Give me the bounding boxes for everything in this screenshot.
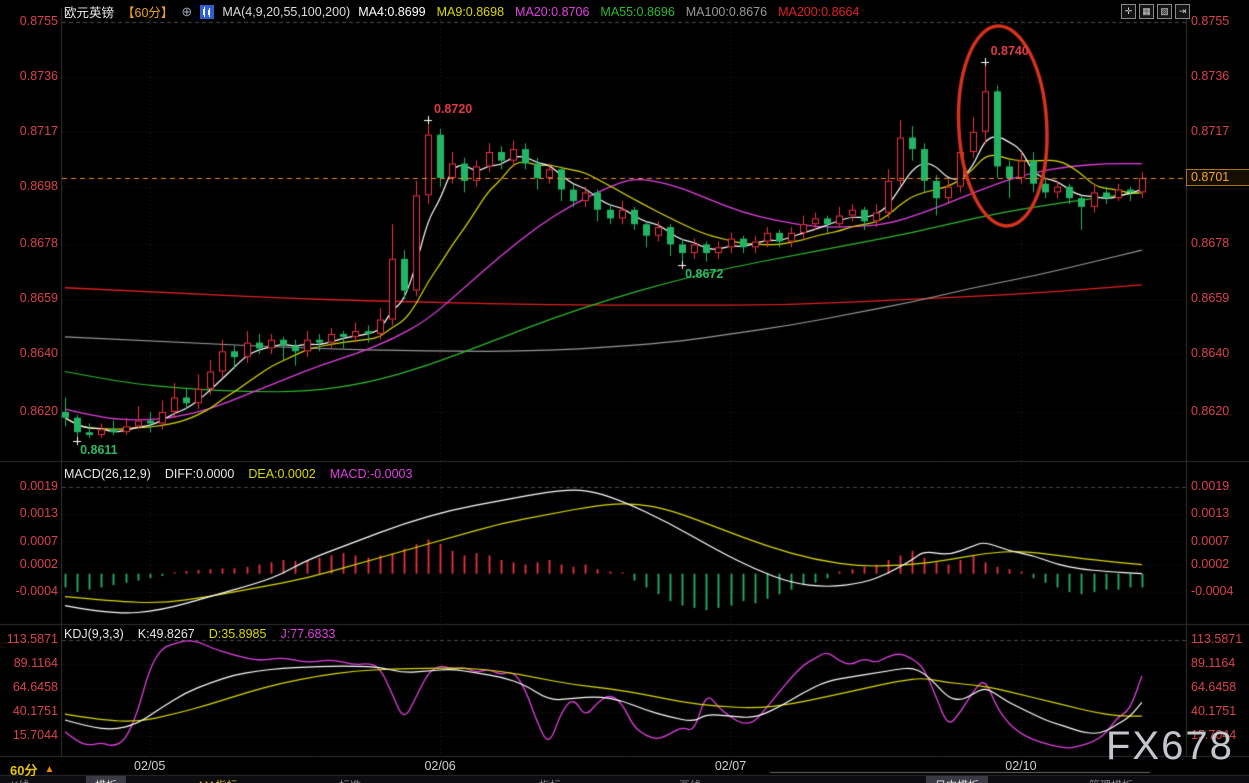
bottom-tab[interactable]: MA指标 [190, 776, 247, 783]
bottom-tab[interactable]: K线 [2, 776, 38, 783]
link-icon[interactable]: ⊕ [181, 5, 192, 18]
collapse-panel-icon[interactable]: ⇥ [1175, 4, 1190, 19]
bottom-tab[interactable]: 管理横板 [1080, 776, 1142, 783]
indicator-panel-icon[interactable]: ▦ [1139, 4, 1154, 19]
chart-canvas[interactable] [0, 0, 1249, 783]
bottom-tab[interactable]: 日内横板 [926, 776, 988, 783]
bottom-tab[interactable]: 横板 [86, 776, 126, 783]
pan-icon[interactable]: ✛ [1121, 4, 1136, 19]
bottom-tab[interactable]: 指标 [530, 776, 570, 783]
trading-chart-app: 欧元英镑 【60分】 ⊕ MA(4,9,20,55,100,200) MA4:0… [0, 0, 1249, 783]
bottom-tab[interactable]: 标准 [330, 776, 370, 783]
up-arrow-icon: ▲ [44, 764, 54, 775]
bottom-tab[interactable]: 画线 [670, 776, 710, 783]
drawing-panel-icon[interactable]: ▧ [1157, 4, 1172, 19]
